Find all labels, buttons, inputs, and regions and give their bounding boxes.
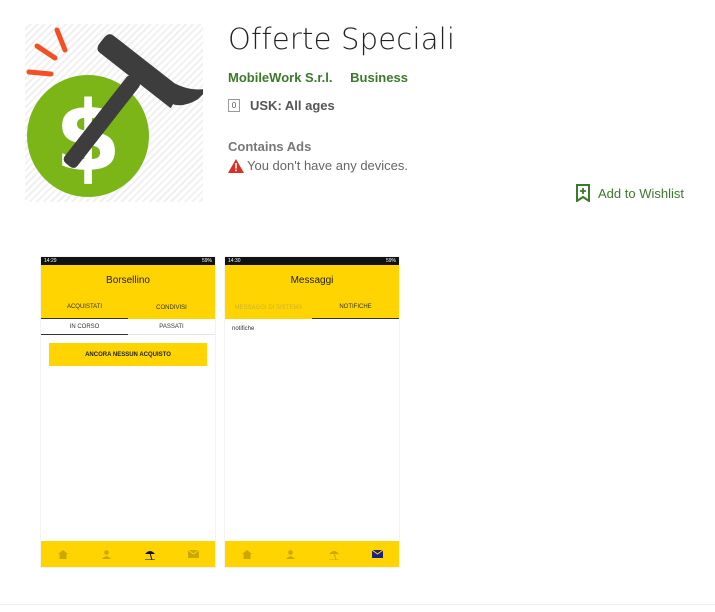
bookmark-add-icon [576, 184, 590, 202]
screen-tab: NOTIFICHE [312, 296, 399, 319]
category-link[interactable]: Business [350, 70, 408, 85]
app-title: Offerte Speciali [228, 22, 456, 56]
screen-title: Borsellino [41, 265, 215, 296]
screen-bottom-nav [225, 541, 399, 567]
mail-icon [367, 547, 387, 561]
dollar-hammer-icon: $ [26, 27, 210, 197]
device-warning-text: You don't have any devices. [247, 158, 409, 173]
developer-line: MobileWork S.r.l. Business [228, 70, 408, 85]
screen-empty-button: ANCORA NESSUN ACQUISTO [49, 343, 207, 366]
status-battery: 59% [385, 258, 396, 264]
divider [0, 604, 715, 605]
content-rating-label: USK: All ages [250, 98, 335, 113]
status-time: 14:29 [44, 258, 57, 264]
status-time: 14:30 [228, 258, 241, 264]
screen-tabs: MESSAGGI DI SISTEMA NOTIFICHE [225, 296, 399, 319]
developer-link[interactable]: MobileWork S.r.l. [228, 70, 333, 85]
status-bar: 14:30 59% [225, 257, 399, 265]
beach-umbrella-icon [140, 547, 160, 561]
screen-bottom-nav [41, 541, 215, 567]
wishlist-label: Add to Wishlist [598, 185, 684, 201]
mail-icon [183, 547, 203, 561]
ads-notice: Contains Ads [228, 139, 312, 154]
app-icon: $ [25, 24, 210, 202]
screen-tabs: ACQUISTATI CONDIVISI [41, 296, 215, 319]
person-icon [96, 547, 116, 561]
screen-title: Messaggi [225, 265, 399, 296]
add-to-wishlist-button[interactable]: Add to Wishlist [576, 184, 684, 202]
warning-icon [228, 158, 244, 173]
home-icon [237, 547, 257, 561]
screenshot-2[interactable]: 14:30 59% Messaggi MESSAGGI DI SISTEMA N… [225, 257, 399, 567]
screen-tab: ACQUISTATI [41, 296, 128, 319]
status-battery: 59% [201, 258, 212, 264]
beach-umbrella-icon [324, 547, 344, 561]
screen-subtabs: IN CORSO PASSATI [41, 319, 215, 335]
usk-rating-icon: 0 [228, 99, 240, 112]
screenshot-1[interactable]: 14:29 59% Borsellino ACQUISTATI CONDIVIS… [41, 257, 215, 567]
device-warning: You don't have any devices. [228, 158, 408, 173]
screen-body-text: notifiche [232, 326, 255, 332]
person-icon [280, 547, 300, 561]
screen-subtab: IN CORSO [41, 319, 128, 335]
screen-tab: MESSAGGI DI SISTEMA [234, 304, 303, 311]
status-bar: 14:29 59% [41, 257, 215, 265]
screen-subtab: PASSATI [128, 319, 215, 335]
home-icon [53, 547, 73, 561]
content-rating: 0 USK: All ages [228, 98, 335, 113]
screen-tab: CONDIVISI [156, 304, 187, 311]
